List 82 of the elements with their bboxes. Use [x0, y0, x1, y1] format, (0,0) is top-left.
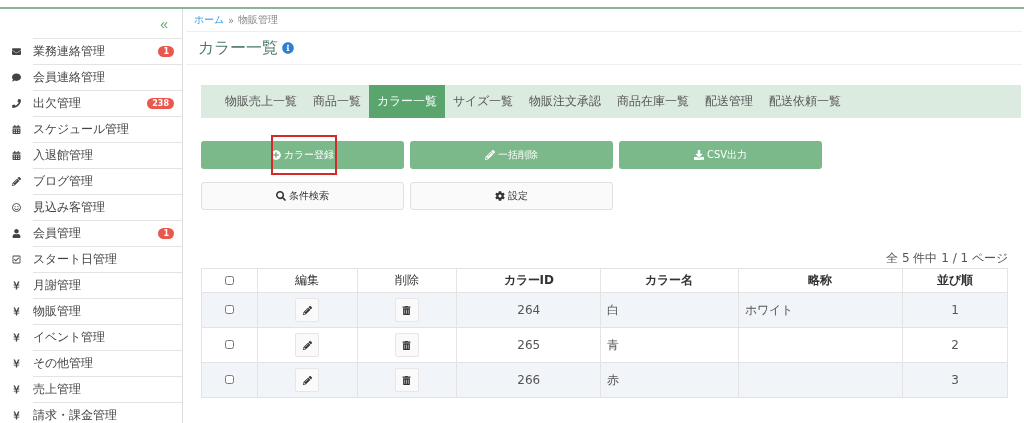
pagination-info: 全 5 件中 1 / 1 ページ [885, 250, 1008, 267]
sidebar-item[interactable]: イベント管理 [33, 324, 182, 350]
calendar-icon [12, 150, 21, 160]
pencil-icon [485, 150, 495, 160]
select-all-checkbox[interactable] [225, 275, 234, 285]
delete-button[interactable] [395, 298, 419, 322]
tab[interactable]: 商品一覧 [305, 85, 369, 118]
user-icon [12, 228, 21, 238]
table-cell: 赤 [600, 362, 739, 398]
tab[interactable]: 配送管理 [697, 85, 761, 118]
sidebar-item[interactable]: 売上管理 [33, 376, 182, 402]
column-header: 編集 [257, 268, 358, 293]
table-cell: 1 [902, 292, 1008, 328]
sidebar-item[interactable]: 会員連絡管理 [33, 64, 182, 90]
yen-icon [12, 280, 21, 290]
yen-icon [12, 410, 21, 420]
sidebar-item[interactable]: スタート日管理 [33, 246, 182, 272]
table-cell: 3 [902, 362, 1008, 398]
breadcrumb-current: 物販管理 [238, 13, 279, 27]
table-cell: 265 [456, 327, 601, 363]
table-cell: 青 [600, 327, 739, 363]
edit-button[interactable] [295, 368, 320, 392]
row-checkbox[interactable] [225, 340, 234, 349]
sidebar-item[interactable]: 業務連絡管理 1 [33, 38, 182, 64]
smiley-icon [12, 202, 21, 212]
sidebar-item[interactable]: 見込み客管理 [33, 194, 182, 220]
tab[interactable]: 物販売上一覧 [217, 85, 305, 118]
settings-icon [495, 191, 505, 201]
delete-button[interactable] [395, 333, 419, 357]
yen-icon [12, 306, 21, 316]
table-cell: 2 [902, 327, 1008, 363]
trash-icon [402, 305, 412, 315]
pencil-icon [302, 305, 312, 315]
column-header: カラーID [456, 268, 601, 293]
search-icon [276, 191, 286, 201]
sidebar-item[interactable]: 入退館管理 [33, 142, 182, 168]
phone-icon [12, 98, 21, 108]
row-checkbox[interactable] [225, 305, 234, 314]
envelope-icon [12, 46, 21, 56]
page-title: カラー一覧 [198, 37, 278, 59]
tab[interactable]: サイズ一覧 [445, 85, 521, 118]
delete-button[interactable] [395, 368, 419, 392]
calendar-icon [12, 124, 21, 134]
trash-icon [402, 340, 412, 350]
column-header: 削除 [357, 268, 457, 293]
yen-icon [12, 358, 21, 368]
table-cell: 白 [600, 292, 739, 328]
column-header: 略称 [738, 268, 903, 293]
sidebar-item[interactable]: ブログ管理 [33, 168, 182, 194]
breadcrumb-separator: » [228, 14, 235, 26]
edit-button[interactable] [295, 333, 320, 357]
pencil-icon [12, 176, 21, 186]
tab[interactable]: 商品在庫一覧 [609, 85, 697, 118]
trash-icon [402, 375, 412, 385]
edit-button[interactable] [295, 298, 320, 322]
sidebar-item[interactable]: 出欠管理 238 [33, 90, 182, 116]
row-checkbox[interactable] [225, 375, 234, 384]
count-badge: 1 [158, 228, 174, 239]
sidebar-item[interactable]: 物販管理 [33, 298, 182, 324]
yen-icon [12, 384, 21, 394]
info-icon[interactable] [282, 42, 294, 54]
sidebar-item[interactable]: 会員管理 1 [33, 220, 182, 246]
sidebar-item[interactable]: 月謝管理 [33, 272, 182, 298]
count-badge: 238 [147, 98, 174, 109]
pencil-icon [302, 375, 312, 385]
tab[interactable]: 配送依頼一覧 [761, 85, 849, 118]
tab[interactable]: 物販注文承認 [521, 85, 609, 118]
action-button[interactable]: 条件検索 [201, 182, 404, 210]
yen-icon [12, 332, 21, 342]
sidebar-item[interactable]: スケジュール管理 [33, 116, 182, 142]
table-cell: ホワイト [744, 302, 793, 317]
download-icon [693, 150, 704, 160]
sidebar-item[interactable]: 請求・課金管理 [33, 402, 182, 423]
count-badge: 1 [158, 46, 174, 57]
pencil-icon [302, 340, 312, 350]
speech-bubble-icon [12, 72, 21, 82]
table-cell: 264 [456, 292, 601, 328]
action-button[interactable]: 設定 [410, 182, 613, 210]
table-cell: 266 [456, 362, 601, 398]
column-header: 並び順 [902, 268, 1008, 293]
sidebar-item[interactable]: その他管理 [33, 350, 182, 376]
column-header: カラー名 [600, 268, 739, 293]
